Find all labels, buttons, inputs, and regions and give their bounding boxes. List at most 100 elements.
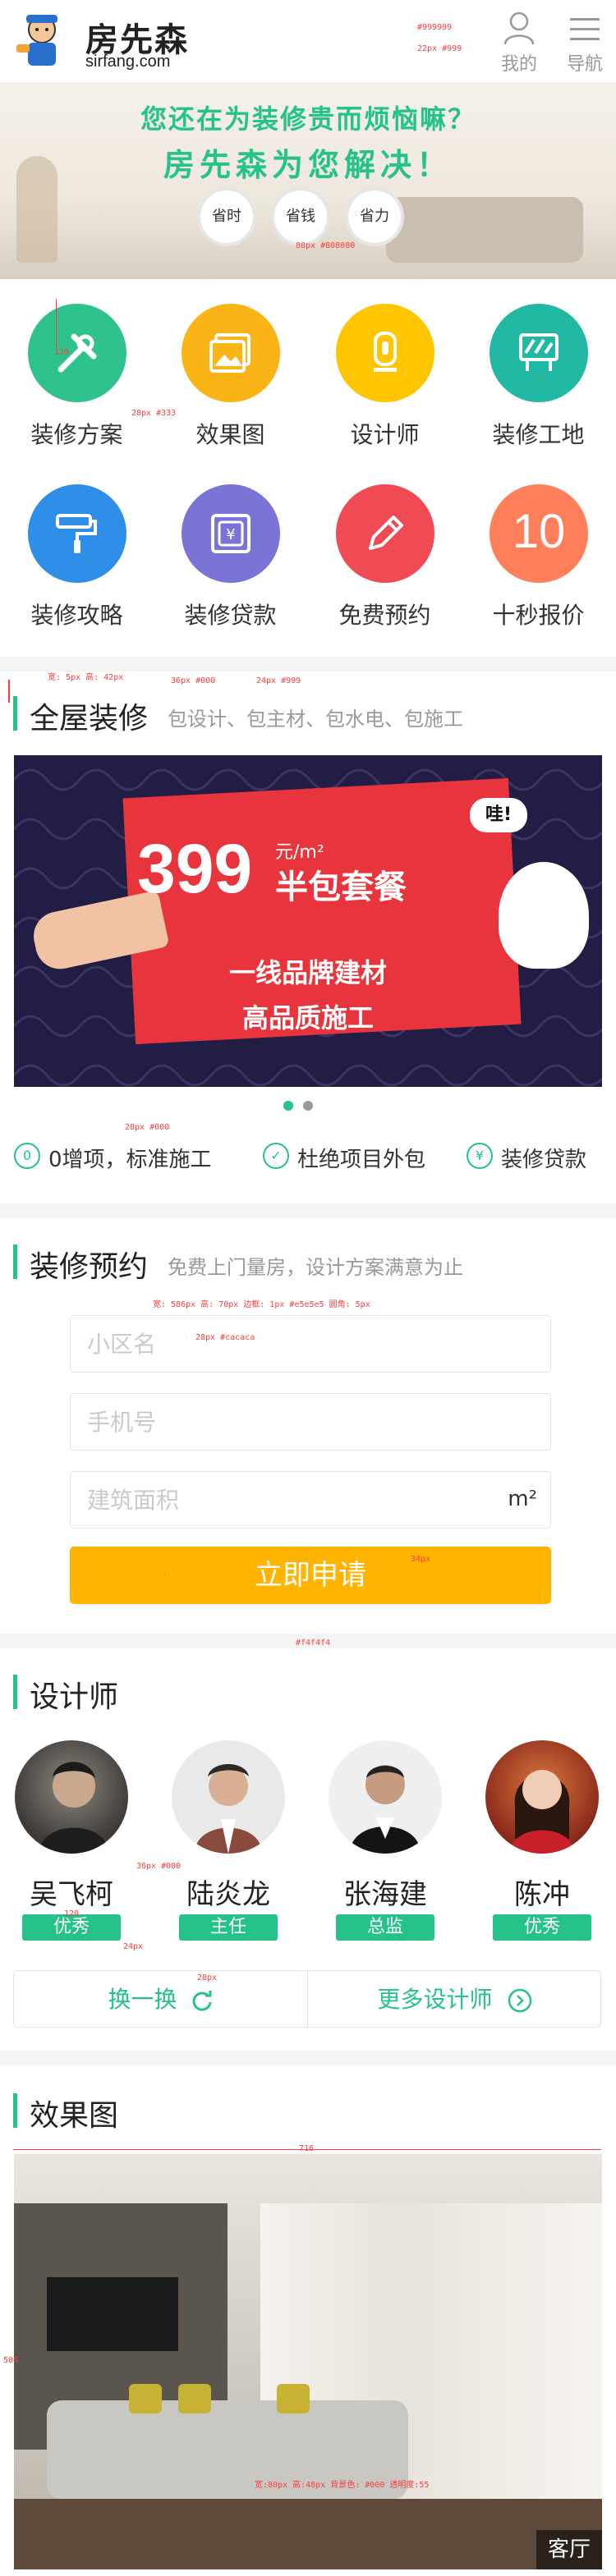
annotation: 28px #333 xyxy=(131,409,177,418)
annotation: 36px #000 xyxy=(171,676,216,685)
grid-item-site[interactable]: 装修工地 xyxy=(462,279,615,460)
designer-name: 陈冲 xyxy=(514,1878,570,1911)
phone-input[interactable] xyxy=(71,1394,550,1450)
grid-item-designer[interactable]: 设计师 xyxy=(308,279,462,460)
effect-image[interactable]: 客厅 xyxy=(14,2154,602,2569)
banner-line2: 高品质施工 xyxy=(241,1002,374,1034)
grid-label: 装修方案 xyxy=(30,421,123,448)
yen-circle-icon: ¥ xyxy=(467,1143,493,1169)
section-title-text: 设计师 xyxy=(30,1680,119,1714)
community-input[interactable] xyxy=(71,1316,550,1372)
section-title-bar xyxy=(13,1675,17,1709)
annotation: 宽: 586px 高: 70px 边框: 1px #e5e5e5 圆角: 5px xyxy=(153,1300,370,1309)
refresh-icon xyxy=(193,1991,212,2011)
grid-item-renderings[interactable]: 效果图 xyxy=(154,279,307,460)
mine-label: 我的 xyxy=(500,54,537,75)
shield-check-icon: ✓ xyxy=(263,1143,289,1169)
hero-headline: 您还在为装修贵而烦恼嘛？ xyxy=(140,103,476,135)
feature-label: 装修贷款 xyxy=(501,1148,587,1172)
section-title-text: 装修预约 xyxy=(30,1250,149,1284)
section-title-designers: 设计师 xyxy=(13,1673,260,1714)
construction-sign-icon xyxy=(490,304,588,402)
designer-badge: 主任 xyxy=(179,1914,278,1941)
grid-item-quote[interactable]: 10 十秒报价 xyxy=(462,460,615,640)
avatar xyxy=(15,1740,128,1854)
annotation: 28px #cacaca xyxy=(195,1333,255,1342)
chevron-right-circle-icon xyxy=(508,1988,532,2013)
section-title-bar xyxy=(13,2093,17,2128)
section-title-text: 全屋装修 xyxy=(30,702,149,736)
zero-circle-icon: 0 xyxy=(14,1143,40,1169)
submit-button[interactable]: 立即申请 xyxy=(70,1547,551,1604)
nav-button[interactable]: 导航 xyxy=(559,10,611,76)
designer-card[interactable]: 陆炎龙 主任 xyxy=(167,1740,290,1941)
promo-banner[interactable]: 哇! 399 元/m² 半包套餐 一线品牌建材 高品质施工 xyxy=(14,755,602,1087)
annotation-line xyxy=(13,2149,601,2150)
designer-actions: 换一换 更多设计师 xyxy=(13,1970,601,2028)
grid-label: 效果图 xyxy=(195,421,265,448)
designer-card[interactable]: 张海建 总监 xyxy=(324,1740,447,1941)
feature-label: 杜绝项目外包 xyxy=(297,1148,426,1172)
area-unit: m² xyxy=(508,1487,537,1511)
hero-subheadline: 房先森为您解决！ xyxy=(163,147,453,183)
mine-button[interactable]: 我的 xyxy=(493,10,545,76)
designer-card[interactable]: 吴飞柯 优秀 xyxy=(10,1740,133,1941)
refresh-button[interactable]: 换一换 xyxy=(14,1971,308,2028)
feature-no-extra: 0 0增项，标准施工 xyxy=(14,1138,236,1174)
annotation: 120 xyxy=(64,1909,80,1918)
hero-pill-time: 省时 xyxy=(197,187,256,246)
paint-roller-icon xyxy=(28,484,126,583)
section-title-effects: 效果图 xyxy=(13,2092,260,2133)
banner-package: 半包套餐 xyxy=(275,869,407,906)
designer-card[interactable]: 陈冲 优秀 xyxy=(480,1740,604,1941)
community-field xyxy=(70,1315,551,1373)
menu-icon xyxy=(570,18,600,40)
logo-domain: sirfang.com xyxy=(85,53,171,71)
section-subtitle: 包设计、包主材、包水电、包施工 xyxy=(168,708,463,731)
ten-seconds-icon: 10 xyxy=(490,484,588,583)
annotation-line xyxy=(164,1574,165,1575)
grid-label: 装修攻略 xyxy=(30,602,123,629)
grid-label: 设计师 xyxy=(350,421,420,448)
tools-icon xyxy=(28,304,126,402)
effect-pillow xyxy=(129,2384,162,2413)
grid-item-guide[interactable]: 装修攻略 xyxy=(0,460,154,640)
annotation: 34px xyxy=(411,1555,431,1564)
gallery-icon xyxy=(182,304,280,402)
area-input[interactable] xyxy=(71,1472,550,1528)
designer-name: 吴飞柯 xyxy=(30,1878,113,1911)
carousel-dot[interactable] xyxy=(303,1101,313,1111)
grid-item-booking[interactable]: 免费预约 xyxy=(308,460,462,640)
more-designers-label: 更多设计师 xyxy=(377,1986,493,2013)
annotation: 80px #808080 xyxy=(296,241,356,250)
annotation: 506 xyxy=(3,2356,19,2365)
avatar xyxy=(329,1740,442,1854)
designer-name: 陆炎龙 xyxy=(186,1878,270,1911)
grid-item-plan[interactable]: 装修方案 xyxy=(0,279,154,460)
mascot-logo-icon[interactable] xyxy=(15,11,69,69)
phone-field xyxy=(70,1393,551,1451)
annotation: 宽:80px 高:48px 背景色: #000 透明度:55 xyxy=(255,2481,430,2490)
annotation: 22px #999 xyxy=(417,44,462,53)
more-designers-button[interactable]: 更多设计师 xyxy=(308,1971,602,2028)
feature-loan: ¥ 装修贷款 xyxy=(467,1138,606,1174)
avatar xyxy=(172,1740,285,1854)
annotation: #f4f4f4 xyxy=(296,1639,331,1648)
banner-exclaim: 哇! xyxy=(470,798,527,832)
user-icon xyxy=(503,11,535,45)
annotation: #999999 xyxy=(417,23,453,32)
grid-item-loan[interactable]: ¥ 装修贷款 xyxy=(154,460,307,640)
grid-label: 免费预约 xyxy=(338,602,431,629)
annotation-line xyxy=(56,299,57,348)
grid-label: 十秒报价 xyxy=(492,602,585,629)
area-field: m² xyxy=(70,1471,551,1529)
loan-document-icon: ¥ xyxy=(182,484,280,583)
annotation: 宽: 5px 高: 42px xyxy=(48,673,124,682)
annotation: 28px xyxy=(197,1973,218,1982)
annotation: 24px #999 xyxy=(256,676,301,685)
effect-pillow xyxy=(277,2384,310,2413)
refresh-label: 换一换 xyxy=(108,1986,177,2013)
grid-label: 装修工地 xyxy=(492,421,585,448)
carousel-dot-active[interactable] xyxy=(283,1101,293,1111)
designer-name: 张海建 xyxy=(343,1878,427,1911)
